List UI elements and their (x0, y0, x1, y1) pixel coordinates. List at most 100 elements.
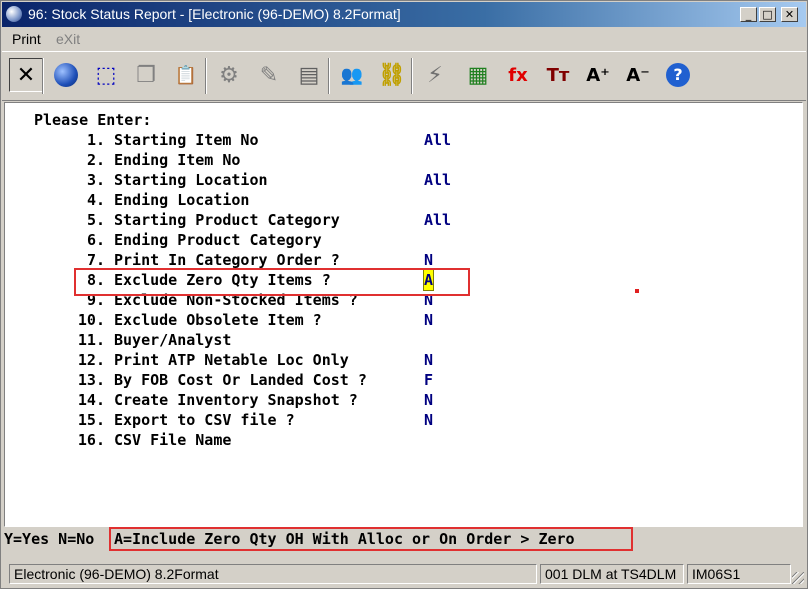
status-program: IM06S1 (687, 564, 791, 584)
field-label: Create Inventory Snapshot ? (114, 391, 358, 409)
field-number: 14. (77, 391, 105, 409)
field-label: Ending Location (114, 191, 250, 209)
hint-highlight-box (109, 527, 633, 551)
field-label: Print In Category Order ? (114, 251, 340, 269)
menu-print[interactable]: Print (12, 31, 41, 47)
field-label: Export to CSV file ? (114, 411, 295, 429)
toolbar-button-lightning[interactable]: ⚡ (418, 58, 452, 92)
field-value[interactable]: N (424, 310, 433, 330)
field-row[interactable]: 13. By FOB Cost Or Landed Cost ? F (5, 370, 795, 390)
active-field-highlight-box (74, 268, 470, 296)
field-label: Print ATP Netable Loc Only (114, 351, 349, 369)
field-number: 2. (86, 151, 105, 169)
toolbar-button-font-increase[interactable]: A⁺ (581, 58, 615, 92)
red-marker-dot (635, 289, 639, 293)
field-label: Starting Product Category (114, 211, 340, 229)
field-value[interactable]: All (424, 210, 451, 230)
toolbar-button-font-decrease[interactable]: A⁻ (621, 58, 655, 92)
toolbar-button-globe[interactable]: ● (49, 58, 83, 92)
field-label: Exclude Obsolete Item ? (114, 311, 322, 329)
close-button[interactable]: ✕ (781, 7, 798, 22)
list-view-icon: ▤ (298, 62, 320, 88)
toolbar-separator (328, 58, 330, 94)
field-number: 5. (86, 211, 105, 229)
toolbar-button-text-size[interactable]: Tт (541, 58, 575, 92)
field-number: 15. (77, 411, 105, 429)
app-window: 96: Stock Status Report - [Electronic (9… (0, 0, 808, 589)
field-value[interactable]: All (424, 170, 451, 190)
field-label: CSV File Name (114, 431, 232, 449)
font-decrease-icon: A⁻ (626, 64, 650, 86)
edit-form-icon: ✎ (259, 62, 279, 88)
field-number: 4. (86, 191, 105, 209)
field-row[interactable]: 16. CSV File Name (5, 430, 795, 450)
select-region-icon: ⬚ (95, 62, 117, 88)
field-row[interactable]: 14. Create Inventory Snapshot ? N (5, 390, 795, 410)
toolbar-button-copy[interactable]: ❐ (129, 58, 163, 92)
settings-gear-icon: ⚙ (219, 62, 239, 88)
please-enter-prompt: Please Enter: (34, 111, 152, 129)
field-row[interactable]: 7. Print In Category Order ? N (5, 250, 795, 270)
toolbar-button-list-view[interactable]: ▤ (292, 58, 326, 92)
terminal-screen: Please Enter: 1. Starting Item No All 2. End… (4, 102, 803, 527)
field-row[interactable]: 15. Export to CSV file ? N (5, 410, 795, 430)
field-number: 16. (77, 431, 105, 449)
toolbar-button-calendar[interactable]: ▦ (461, 58, 495, 92)
status-user: 001 DLM at TS4DLM (540, 564, 684, 584)
field-row[interactable]: 10. Exclude Obsolete Item ? N (5, 310, 795, 330)
toolbar-button-close-x[interactable]: ✕ (9, 58, 43, 92)
font-increase-icon: A⁺ (586, 64, 610, 86)
minimize-button[interactable]: _ (740, 7, 757, 22)
field-row[interactable]: 4. Ending Location (5, 190, 795, 210)
field-label: Buyer/Analyst (114, 331, 232, 349)
field-row[interactable]: 1. Starting Item No All (5, 130, 795, 150)
toolbar-button-users[interactable]: 👥 (335, 58, 369, 92)
toolbar-separator (411, 58, 413, 94)
field-value[interactable]: All (424, 130, 451, 150)
field-row[interactable]: 2. Ending Item No (5, 150, 795, 170)
title-bar[interactable]: 96: Stock Status Report - [Electronic (9… (2, 2, 806, 27)
hint-options: Y=Yes N=No (4, 530, 95, 548)
field-label: Starting Item No (114, 131, 259, 149)
menu-bar: Print eXit (2, 28, 806, 50)
field-row[interactable]: 12. Print ATP Netable Loc Only N (5, 350, 795, 370)
field-label: Ending Item No (114, 151, 241, 169)
field-number: 6. (86, 231, 105, 249)
field-row[interactable]: 6. Ending Product Category (5, 230, 795, 250)
maximize-button[interactable]: □ (759, 7, 776, 22)
help-icon: ? (666, 63, 690, 87)
field-value[interactable]: F (424, 370, 433, 390)
globe-icon: ● (54, 63, 78, 87)
field-number: 7. (86, 251, 105, 269)
field-value[interactable]: N (424, 410, 433, 430)
field-value[interactable]: N (424, 350, 433, 370)
status-bar: Electronic (96-DEMO) 8.2Format 001 DLM a… (2, 562, 806, 586)
close-x-icon: ✕ (16, 62, 36, 88)
toolbar-separator (205, 58, 207, 94)
field-row[interactable]: 3. Starting Location All (5, 170, 795, 190)
field-number: 3. (86, 171, 105, 189)
users-icon: 👥 (340, 64, 364, 86)
toolbar-button-paste[interactable]: 📋 (169, 58, 203, 92)
field-row[interactable]: 11. Buyer/Analyst (5, 330, 795, 350)
lightning-icon: ⚡ (427, 62, 443, 88)
link-chain-icon: ⛓ (378, 62, 406, 88)
field-value[interactable]: N (424, 250, 433, 270)
field-number: 11. (77, 331, 105, 349)
toolbar-button-edit-form[interactable]: ✎ (252, 58, 286, 92)
field-value[interactable]: N (424, 390, 433, 410)
hint-bar: Y=Yes N=No A=Include Zero Qty OH With Al… (4, 527, 803, 551)
toolbar-button-settings-gear[interactable]: ⚙ (212, 58, 246, 92)
toolbar-button-function-fx[interactable]: fx (501, 58, 535, 92)
app-globe-icon[interactable] (6, 6, 22, 22)
resize-grip[interactable] (792, 572, 804, 584)
window-title: 96: Stock Status Report - [Electronic (9… (28, 6, 401, 22)
toolbar-button-link-chain[interactable]: ⛓ (375, 58, 409, 92)
toolbar-separator (42, 58, 44, 94)
field-number: 10. (77, 311, 105, 329)
field-row[interactable]: 5. Starting Product Category All (5, 210, 795, 230)
function-fx-icon: fx (508, 64, 528, 86)
copy-icon: ❐ (136, 62, 156, 88)
toolbar-button-select-region[interactable]: ⬚ (89, 58, 123, 92)
toolbar-button-help[interactable]: ? (661, 58, 695, 92)
